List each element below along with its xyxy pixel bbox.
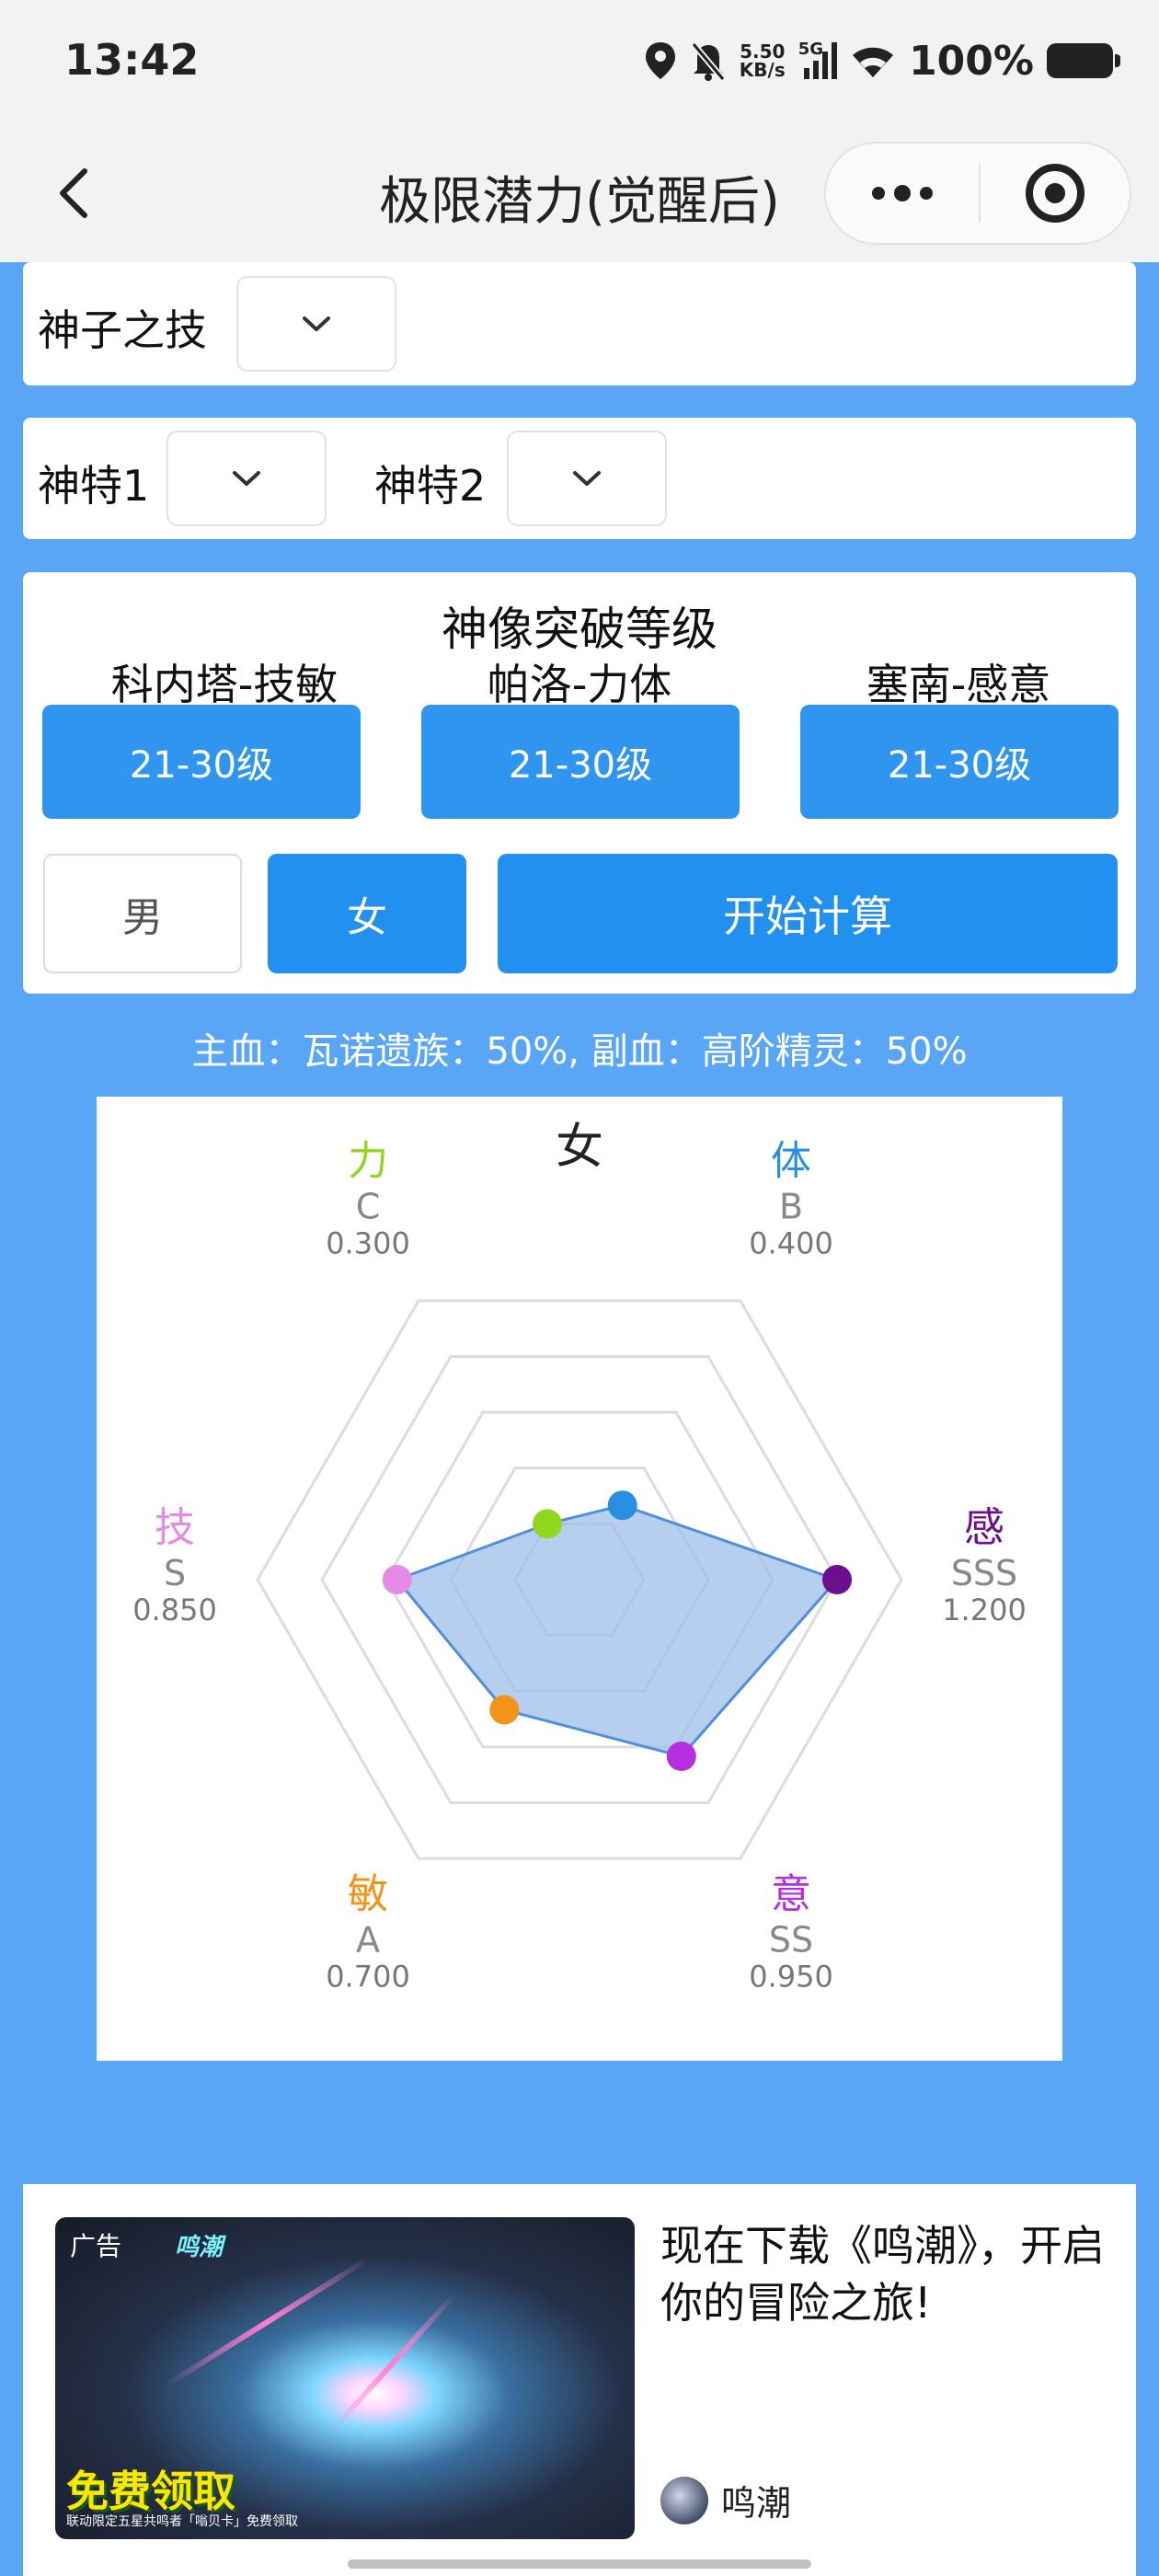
status-time: 13:42 bbox=[64, 35, 200, 85]
wifi-icon bbox=[853, 47, 894, 77]
ad-brand-name: 鸣潮 bbox=[721, 2483, 792, 2524]
status-icons: 5.50 KB/s 5G 100% bbox=[644, 35, 1120, 86]
radar-axis-name: 体 bbox=[771, 1138, 811, 1185]
trait2-select[interactable] bbox=[507, 431, 667, 526]
radar-series-area bbox=[395, 1503, 840, 1758]
level-button-2[interactable]: 21-30级 bbox=[421, 705, 740, 819]
radar-axis-grade: A bbox=[356, 1919, 380, 1960]
ad-text[interactable]: 现在下载《鸣潮》，开启你的冒险之旅! bbox=[660, 2217, 1120, 2331]
skill-label: 神子之技 bbox=[38, 305, 207, 355]
god-label-3: 塞南-感意 bbox=[866, 660, 1051, 709]
trait1-label: 神特1 bbox=[38, 461, 150, 511]
speed-unit: KB/s bbox=[739, 59, 786, 81]
radar-axis-value: 0.950 bbox=[749, 1959, 833, 1994]
radar-axis-grade: SSS bbox=[951, 1553, 1017, 1593]
chevron-down-icon bbox=[573, 471, 601, 486]
avatar bbox=[660, 2476, 708, 2524]
back-button[interactable] bbox=[37, 156, 110, 230]
ad-light-streak bbox=[328, 2293, 457, 2434]
bloodline-text: 主血：瓦诺遗族：50%, 副血：高阶精灵：50% bbox=[191, 1030, 968, 1073]
radar-axis-grade: C bbox=[356, 1187, 381, 1227]
network-type: 5G bbox=[798, 40, 824, 59]
radar-axis-name: 意 bbox=[771, 1870, 811, 1917]
radar-point-力 bbox=[533, 1509, 562, 1539]
ad-card[interactable]: 广告 鸣潮 免费领取 联动限定五星共鸣者「嗡贝卡」免费领取 现在下载《鸣潮》，开… bbox=[23, 2184, 1136, 2576]
network-speed: 5.50 KB/s bbox=[740, 42, 786, 79]
radar-chart-card: 体 B 0.400 感 SSS 1.200 意 SS 0.950 敏 A 0.700 技 S 0.850 力 C… bbox=[97, 1097, 1062, 2061]
ad-promo: 免费领取 bbox=[66, 2467, 235, 2516]
chevron-down-icon bbox=[303, 316, 330, 331]
breakthrough-card: 神像突破等级 科内塔-技敏 帕洛-力体 塞南-感意 21-30级 21-30级 … bbox=[23, 572, 1136, 994]
radar-point-感 bbox=[822, 1565, 852, 1594]
skill-card: 神子之技 bbox=[23, 262, 1136, 385]
ad-tag: 广告 bbox=[70, 2231, 122, 2261]
ad-brand[interactable]: 鸣潮 bbox=[660, 2475, 791, 2525]
location-icon bbox=[645, 42, 675, 79]
target-icon bbox=[1026, 164, 1084, 223]
ad-light-streak bbox=[164, 2256, 371, 2388]
radar-axis-value: 1.200 bbox=[942, 1593, 1027, 1627]
trait-card: 神特1 神特2 bbox=[23, 418, 1136, 539]
status-bar: 13:42 5.50 KB/s 5G 100% bbox=[0, 0, 1159, 129]
ad-logo: 鸣潮 bbox=[175, 2234, 224, 2261]
breakthrough-title: 神像突破等级 bbox=[442, 603, 717, 656]
radar-axis-value: 0.300 bbox=[326, 1226, 410, 1261]
trait2-label: 神特2 bbox=[374, 461, 487, 511]
god-label-2: 帕洛-力体 bbox=[487, 660, 672, 709]
more-icon-dot bbox=[920, 187, 933, 200]
radar-point-体 bbox=[607, 1490, 637, 1521]
level-button-3[interactable]: 21-30级 bbox=[800, 705, 1119, 819]
more-icon bbox=[872, 187, 885, 200]
radar-axis-name: 技 bbox=[155, 1504, 195, 1551]
radar-point-意 bbox=[666, 1742, 696, 1771]
female-button[interactable]: 女 bbox=[268, 854, 466, 973]
page-title: 极限潜力(觉醒后) bbox=[379, 172, 780, 232]
radar-chart-title: 女 bbox=[556, 1120, 603, 1175]
more-icon-dot bbox=[894, 185, 911, 201]
radar-axis-name: 敏 bbox=[348, 1870, 388, 1917]
radar-axis-value: 0.850 bbox=[132, 1593, 217, 1627]
radar-axis-grade: SS bbox=[769, 1919, 813, 1960]
close-button[interactable] bbox=[981, 144, 1130, 243]
radar-axis-grade: S bbox=[164, 1553, 186, 1593]
skill-select[interactable] bbox=[236, 276, 396, 372]
radar-chart: 体B0.400 感SSS1.200 意SS0.950 敏A0.700 技S0.850 力C… bbox=[132, 1120, 1027, 1994]
trait1-select[interactable] bbox=[166, 431, 327, 526]
mute-icon bbox=[691, 41, 726, 81]
battery-percent: 100% bbox=[909, 37, 1034, 85]
radar-axis-name: 力 bbox=[348, 1138, 388, 1185]
calculate-button[interactable]: 开始计算 bbox=[498, 854, 1118, 973]
radar-point-技 bbox=[382, 1565, 412, 1594]
more-button[interactable] bbox=[826, 144, 979, 243]
battery-icon bbox=[1047, 43, 1120, 78]
level-button-1[interactable]: 21-30级 bbox=[42, 705, 361, 819]
nav-bar: 极限潜力(觉醒后) bbox=[0, 129, 1159, 262]
signal-icon: 5G bbox=[798, 40, 838, 79]
ad-promo-sub: 联动限定五星共鸣者「嗡贝卡」免费领取 bbox=[66, 2514, 298, 2529]
home-indicator bbox=[348, 2559, 811, 2569]
radar-axis-name: 感 bbox=[964, 1504, 1004, 1551]
god-label-1: 科内塔-技敏 bbox=[110, 660, 339, 709]
radar-axis-value: 0.400 bbox=[749, 1226, 833, 1261]
radar-point-敏 bbox=[489, 1695, 520, 1725]
male-button[interactable]: 男 bbox=[43, 854, 242, 973]
speed-value: 5.50 bbox=[740, 40, 786, 63]
ad-image[interactable]: 广告 鸣潮 免费领取 联动限定五星共鸣者「嗡贝卡」免费领取 bbox=[55, 2217, 635, 2539]
chevron-down-icon bbox=[233, 471, 260, 486]
back-icon bbox=[60, 168, 87, 218]
radar-axis-grade: B bbox=[779, 1187, 803, 1227]
radar-axis-value: 0.700 bbox=[326, 1959, 410, 1994]
mini-program-capsule bbox=[824, 142, 1131, 245]
